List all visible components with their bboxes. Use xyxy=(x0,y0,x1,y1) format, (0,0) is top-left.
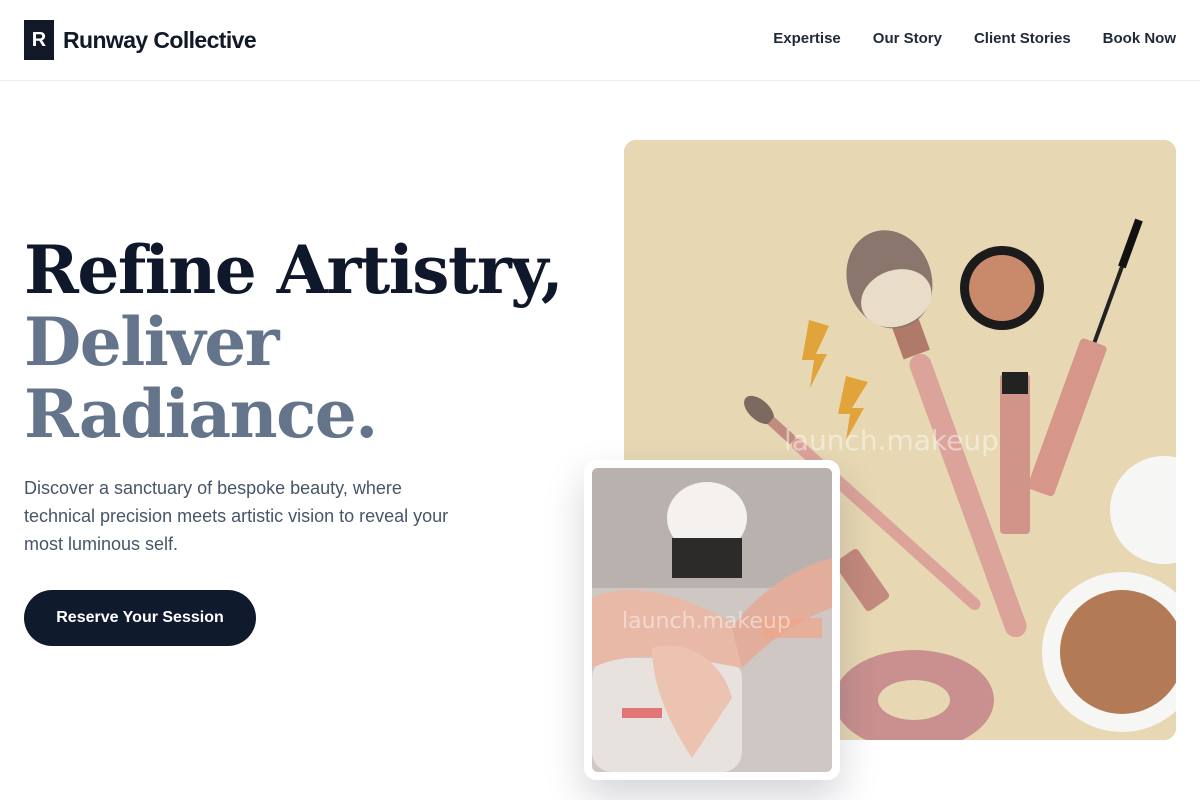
hero-headline: Refine Artistry, Deliver Radiance. xyxy=(24,231,564,453)
main-nav: Expertise Our Story Client Stories Book … xyxy=(773,30,1176,47)
reserve-session-button[interactable]: Reserve Your Session xyxy=(24,590,256,646)
headline-line-2: Deliver xyxy=(24,303,279,381)
inset-photo-card: launch.makeup xyxy=(584,460,840,780)
brand-logo[interactable]: R Runway Collective xyxy=(24,20,257,60)
nav-link-client-stories[interactable]: Client Stories xyxy=(974,30,1071,47)
hero-subcopy: Discover a sanctuary of bespoke beauty, … xyxy=(24,478,449,554)
nav-link-our-story[interactable]: Our Story xyxy=(873,30,942,47)
nail-salon-image: launch.makeup xyxy=(592,468,832,772)
brand-name: Runway Collective xyxy=(63,26,257,53)
nav-link-expertise[interactable]: Expertise xyxy=(773,30,841,47)
inset-watermark: launch.makeup xyxy=(622,609,791,634)
site-header: R Runway Collective Expertise Our Story … xyxy=(0,0,1200,81)
nav-link-book-now[interactable]: Book Now xyxy=(1103,30,1176,47)
headline-line-1: Refine Artistry, xyxy=(24,231,564,309)
main-watermark: launch.makeup xyxy=(784,424,999,457)
brand-mark: R xyxy=(24,20,54,60)
headline-line-3: Radiance. xyxy=(24,375,378,453)
